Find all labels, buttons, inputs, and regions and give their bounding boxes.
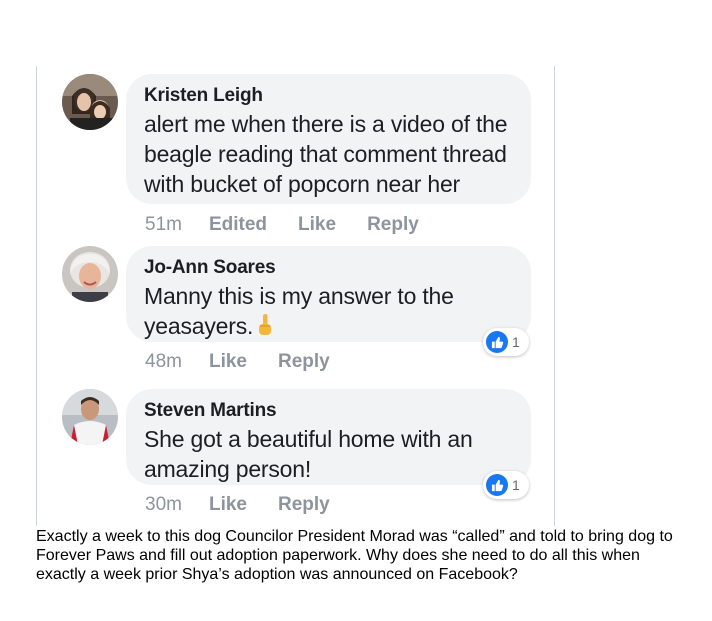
middle-finger-emoji [257, 313, 273, 344]
reaction-summary[interactable]: 1 [483, 471, 529, 499]
comment-text-line: beagle reading that comment thread [144, 141, 507, 167]
comment-actions: 51m Edited Like Reply [145, 214, 450, 236]
comment-author[interactable]: Jo-Ann Soares [144, 257, 513, 279]
comment-text-line: yeasayers. [144, 313, 254, 339]
avatar[interactable] [62, 74, 118, 130]
reply-button[interactable]: Reply [367, 214, 419, 236]
comment-bubble: Steven Martins She got a beautiful home … [126, 389, 531, 485]
avatar[interactable] [62, 246, 118, 302]
thumbs-up-icon [486, 474, 508, 496]
comment-actions: 48m Like Reply [145, 351, 361, 373]
comment-bubble: Jo-Ann Soares Manny this is my answer to… [126, 246, 531, 342]
reply-button[interactable]: Reply [278, 351, 330, 373]
comment-actions: 30m Like Reply [145, 494, 361, 516]
comment-author[interactable]: Kristen Leigh [144, 85, 513, 107]
comment-bubble: Kristen Leigh alert me when there is a v… [126, 74, 531, 204]
comment-text-line: amazing person! [144, 456, 312, 482]
comment-text-line: with bucket of popcorn near her [144, 171, 460, 197]
reaction-count: 1 [512, 334, 520, 350]
reaction-count: 1 [512, 477, 520, 493]
comment-text-line: Manny this is my answer to the [144, 283, 454, 309]
avatar[interactable] [62, 389, 118, 445]
comment-text-line: alert me when there is a video of the [144, 111, 508, 137]
comment-timestamp[interactable]: 51m [145, 214, 182, 236]
caption-text: Exactly a week to this dog Councilor Pre… [36, 528, 673, 583]
comment-text-line: yeasayers. [144, 311, 513, 344]
like-button[interactable]: Like [209, 351, 247, 373]
comment-text-line: She got a beautiful home with an [144, 426, 473, 452]
comment-text: Manny this is my answer to the yeasayers… [144, 281, 513, 344]
reply-button[interactable]: Reply [278, 494, 330, 516]
comment-timestamp[interactable]: 48m [145, 351, 182, 373]
comment-text: She got a beautiful home with an amazing… [144, 424, 513, 484]
like-button[interactable]: Like [298, 214, 336, 236]
edited-link[interactable]: Edited [209, 214, 267, 236]
comment-text: alert me when there is a video of the be… [144, 109, 513, 199]
like-button[interactable]: Like [209, 494, 247, 516]
thumbs-up-icon [486, 331, 508, 353]
comment-thread-screenshot: Kristen Leigh alert me when there is a v… [36, 66, 555, 526]
comment-author[interactable]: Steven Martins [144, 400, 513, 422]
reaction-summary[interactable]: 1 [483, 328, 529, 356]
comment-timestamp[interactable]: 30m [145, 494, 182, 516]
